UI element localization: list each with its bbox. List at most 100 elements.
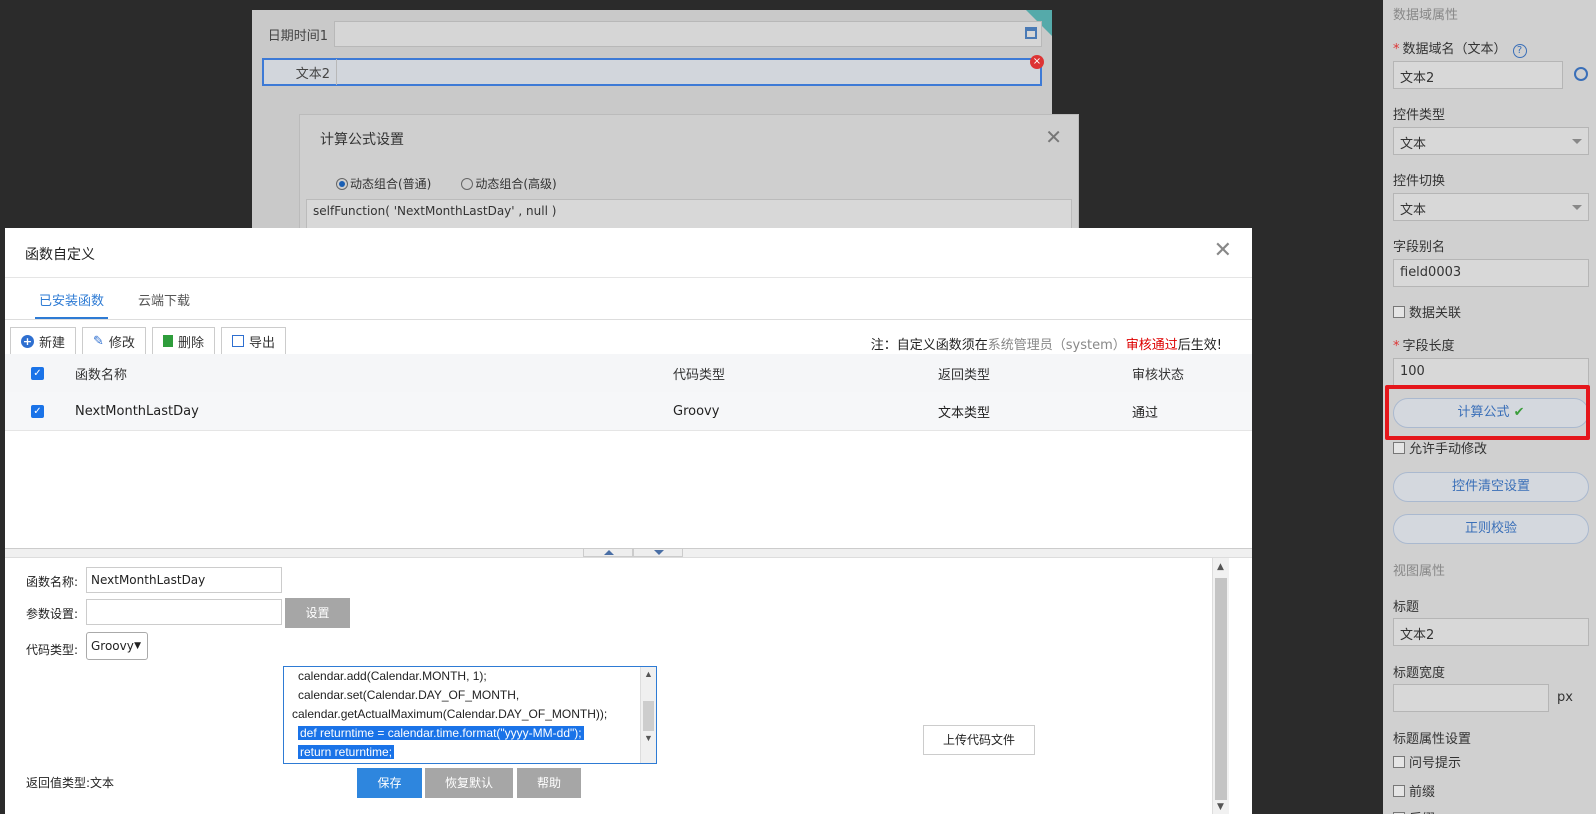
table-row[interactable]: ✓ NextMonthLastDay Groovy 文本类型 通过 xyxy=(5,392,1252,431)
dialog-title: 函数自定义 xyxy=(25,247,95,263)
checkbox-icon xyxy=(1393,305,1405,318)
control-switch-label: 控件切换 xyxy=(1393,174,1446,189)
field-length-label: * 字段长度 xyxy=(1393,339,1455,354)
pencil-icon: ✎ xyxy=(93,333,104,349)
chevron-down-icon xyxy=(1572,205,1582,210)
triangle-up-icon xyxy=(604,550,614,555)
toolbar: + 新建 ✎ 修改 删除 导出 xyxy=(10,327,286,355)
formula-mode-radios: 动态组合(普通) 动态组合(高级) xyxy=(336,175,557,192)
checkbox-icon xyxy=(1393,784,1405,797)
code-line: calendar.getActualMaximum(Calendar.DAY_O… xyxy=(292,707,608,721)
param-input[interactable] xyxy=(86,599,282,625)
save-button[interactable]: 保存 xyxy=(357,768,422,798)
highlight-box xyxy=(1385,385,1590,440)
upload-code-button[interactable]: 上传代码文件 xyxy=(923,725,1035,755)
code-line-selected: return returntime; xyxy=(298,745,395,759)
set-button[interactable]: 设置 xyxy=(285,598,350,628)
collapse-down-button[interactable] xyxy=(633,549,683,557)
triangle-down-icon xyxy=(654,550,664,555)
target-icon[interactable] xyxy=(1574,67,1588,81)
code-line: calendar.add(Calendar.MONTH, 1); xyxy=(298,669,487,683)
edit-button[interactable]: ✎ 修改 xyxy=(82,327,146,355)
code-editor[interactable]: calendar.add(Calendar.MONTH, 1); calenda… xyxy=(283,666,657,764)
help-button[interactable]: 帮助 xyxy=(517,768,581,798)
close-icon[interactable]: ✕ xyxy=(1045,125,1062,149)
approval-note: 注：自定义函数须在系统管理员（system）审核通过后生效! xyxy=(870,338,1222,353)
radio-advanced[interactable]: 动态组合(高级) xyxy=(461,175,557,192)
splitter[interactable] xyxy=(5,548,1252,558)
formula-dialog-title: 计算公式设置 xyxy=(320,132,404,148)
return-type-label: 返回值类型:文本 xyxy=(26,776,115,790)
question-tip-checkbox[interactable]: 问号提示 xyxy=(1393,752,1461,771)
cell-return-type: 文本类型 xyxy=(938,405,991,421)
restore-default-button[interactable]: 恢复默认 xyxy=(425,768,513,798)
help-icon[interactable]: ? xyxy=(1512,44,1527,58)
title-width-input[interactable] xyxy=(1393,684,1549,712)
text-row[interactable]: 文本2 × xyxy=(262,55,1044,86)
function-custom-dialog: 函数自定义 ✕ 已安装函数 云端下载 + 新建 ✎ 修改 删除 导出 注：自定义函数… xyxy=(5,228,1252,814)
clear-settings-button[interactable]: 控件清空设置 xyxy=(1393,472,1589,502)
control-type-label: 控件类型 xyxy=(1393,108,1446,123)
tab-cloud-download[interactable]: 云端下载 xyxy=(134,290,194,319)
func-name-input[interactable]: NextMonthLastDay xyxy=(86,567,282,593)
delete-button[interactable]: 删除 xyxy=(151,327,215,355)
field-alias-label: 字段别名 xyxy=(1393,240,1446,255)
code-line-selected: def returntime = calendar.time.format("y… xyxy=(298,726,584,740)
field-alias-input[interactable]: field0003 xyxy=(1393,259,1589,287)
chevron-down-icon xyxy=(1572,139,1582,144)
title-width-label: 标题宽度 xyxy=(1393,666,1446,681)
datetime-label: 日期时间1 xyxy=(267,28,328,44)
datetime-field[interactable] xyxy=(334,21,1042,47)
data-link-checkbox[interactable]: 数据关联 xyxy=(1393,302,1461,321)
title-input[interactable]: 文本2 xyxy=(1393,618,1589,646)
prefix-checkbox[interactable]: 前缀 xyxy=(1393,781,1435,800)
domain-name-label: * 数据域名（文本）? xyxy=(1393,38,1527,58)
calendar-icon[interactable] xyxy=(1025,27,1037,39)
cell-func-name: NextMonthLastDay xyxy=(75,403,199,419)
code-type-select[interactable]: Groovy ▼ xyxy=(86,632,148,660)
chevron-down-icon: ▼ xyxy=(134,641,141,651)
export-icon xyxy=(231,335,244,347)
param-label: 参数设置: xyxy=(26,607,79,621)
text-label: 文本2 xyxy=(295,66,330,82)
field-length-input[interactable]: 100 xyxy=(1393,358,1589,386)
code-scrollbar[interactable]: ▲ ▼ xyxy=(640,667,656,763)
scroll-up-icon[interactable]: ▲ xyxy=(644,669,653,679)
cell-status: 通过 xyxy=(1132,405,1159,421)
form-scrollbar[interactable]: ▲ ▼ xyxy=(1212,558,1229,814)
code-line: calendar.set(Calendar.DAY_OF_MONTH, xyxy=(298,688,520,702)
text-field[interactable]: × xyxy=(336,55,1044,85)
regex-button[interactable]: 正则校验 xyxy=(1393,514,1589,544)
px-unit: px xyxy=(1557,690,1573,705)
col-return-type: 返回类型 xyxy=(938,367,991,383)
scroll-thumb[interactable] xyxy=(643,701,654,731)
close-icon[interactable]: ✕ xyxy=(1214,238,1232,263)
domain-name-input[interactable]: 文本2 xyxy=(1393,61,1563,89)
collapse-up-button[interactable] xyxy=(583,549,633,557)
checkbox-icon xyxy=(1393,441,1405,454)
control-switch-select[interactable]: 文本 xyxy=(1393,193,1589,221)
row-checkbox[interactable]: ✓ xyxy=(31,404,44,418)
remove-icon[interactable]: × xyxy=(1030,55,1044,69)
allow-manual-checkbox[interactable]: 允许手动修改 xyxy=(1393,438,1487,457)
control-type-select[interactable]: 文本 xyxy=(1393,127,1589,155)
tab-installed[interactable]: 已安装函数 xyxy=(35,290,109,319)
scroll-up-icon[interactable]: ▲ xyxy=(1217,562,1224,572)
checkbox-icon xyxy=(1393,755,1405,768)
section-view-props: 视图属性 xyxy=(1393,564,1446,579)
col-status: 审核状态 xyxy=(1132,367,1185,383)
title-props-label: 标题属性设置 xyxy=(1393,732,1472,747)
export-button[interactable]: 导出 xyxy=(220,327,286,355)
trash-icon xyxy=(162,335,173,347)
new-button[interactable]: + 新建 xyxy=(10,327,77,355)
title-label: 标题 xyxy=(1393,600,1420,615)
scroll-down-icon[interactable]: ▼ xyxy=(644,733,653,743)
radio-normal[interactable]: 动态组合(普通) xyxy=(336,175,431,192)
select-all-checkbox[interactable]: ✓ xyxy=(31,366,44,380)
suffix-checkbox[interactable]: 后缀 xyxy=(1393,808,1435,814)
datetime-row: 日期时间1 xyxy=(262,20,1042,48)
scroll-thumb[interactable] xyxy=(1215,578,1227,800)
col-code-type: 代码类型 xyxy=(673,367,726,383)
table-header: ✓ 函数名称 代码类型 返回类型 审核状态 xyxy=(5,354,1252,392)
scroll-down-icon[interactable]: ▼ xyxy=(1217,802,1224,812)
